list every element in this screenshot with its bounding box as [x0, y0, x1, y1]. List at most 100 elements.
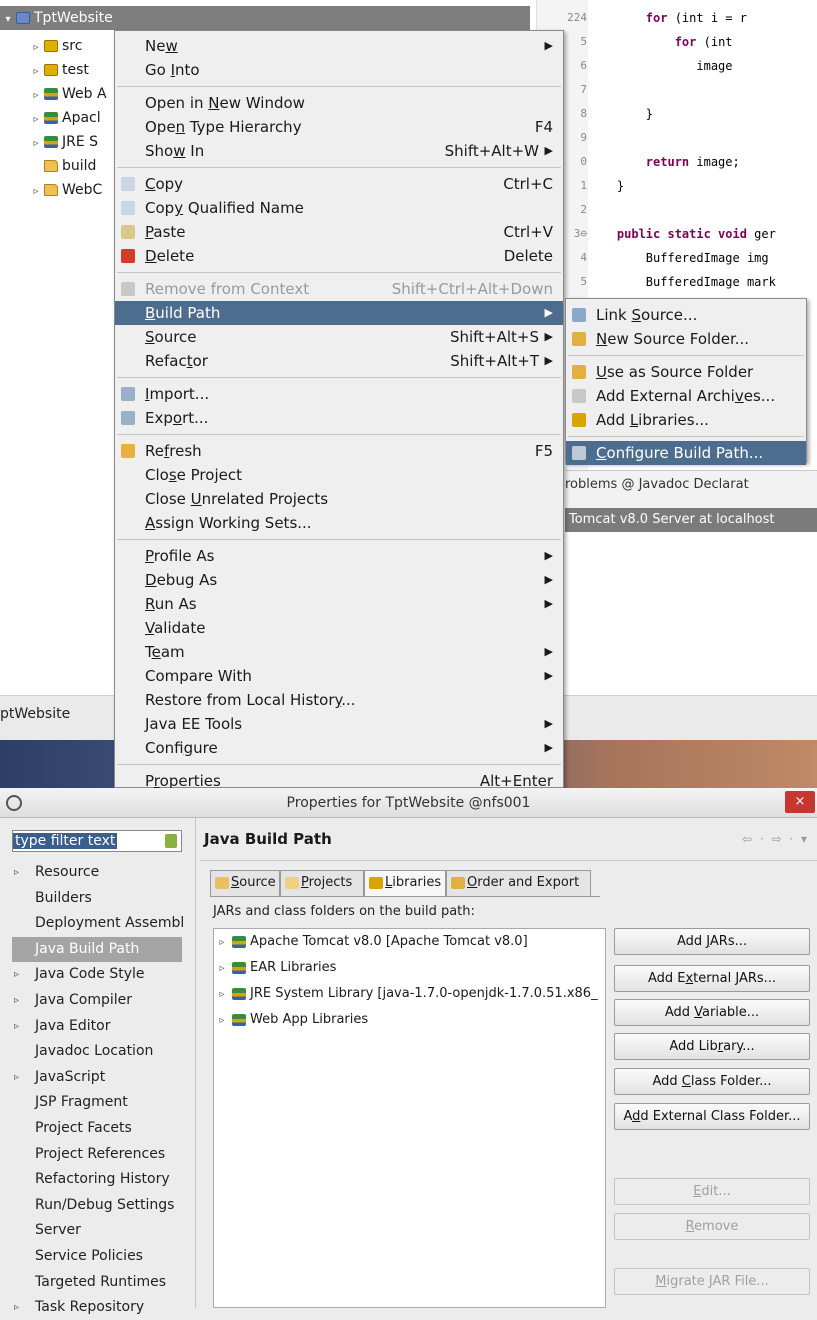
- menu-item-copy-qualified-name[interactable]: Copy Qualified Name: [115, 196, 563, 220]
- expand-toggle-icon[interactable]: ▹: [30, 60, 42, 84]
- submenu-item-use-as-source-folder[interactable]: Use as Source Folder: [566, 360, 806, 384]
- category-jsp-fragment[interactable]: JSP Fragment: [0, 1090, 200, 1115]
- add-library-button[interactable]: Add Library...: [614, 1033, 810, 1060]
- menu-item-new[interactable]: New ▶: [115, 34, 563, 58]
- tree-item[interactable]: ▹ Web A: [0, 82, 106, 108]
- tab-libraries[interactable]: Libraries: [364, 870, 446, 897]
- menu-item-open-type-hierarchy[interactable]: Open Type Hierarchy F4: [115, 115, 563, 139]
- menu-item-profile-as[interactable]: Profile As ▶: [115, 544, 563, 568]
- menu-item-refactor[interactable]: Refactor Shift+Alt+T ▶: [115, 349, 563, 373]
- menu-item-assign-working-sets[interactable]: Assign Working Sets...: [115, 511, 563, 535]
- category-builders[interactable]: Builders: [0, 886, 200, 911]
- clear-filter-icon[interactable]: [165, 834, 177, 848]
- close-icon[interactable]: ×: [785, 791, 815, 813]
- tree-item[interactable]: ▹ WebC: [0, 178, 102, 202]
- tree-item[interactable]: build: [0, 154, 96, 178]
- expand-toggle-icon[interactable]: ▹: [214, 1010, 230, 1032]
- category-refactoring-history[interactable]: Refactoring History: [0, 1167, 200, 1192]
- menu-shortcut: Shift+Alt+W: [444, 142, 539, 160]
- expand-toggle-icon[interactable]: ▹: [30, 84, 42, 108]
- expand-toggle-icon[interactable]: ▹: [14, 1065, 19, 1090]
- menu-item-paste[interactable]: Paste Ctrl+V: [115, 220, 563, 244]
- menu-item-export[interactable]: Export...: [115, 406, 563, 430]
- category-java-build-path[interactable]: Java Build Path: [12, 936, 182, 962]
- expand-toggle-icon[interactable]: ▹: [214, 984, 230, 1006]
- filter-input[interactable]: type filter text: [12, 830, 182, 852]
- page-navigation-arrows[interactable]: ⇦ · ⇨ · ▾: [742, 832, 809, 846]
- expand-toggle-icon[interactable]: ▹: [14, 860, 19, 885]
- tab-order-and-export[interactable]: Order and Export: [446, 870, 591, 896]
- category-server[interactable]: Server: [0, 1218, 200, 1243]
- expand-toggle-icon[interactable]: ▹: [14, 1014, 19, 1039]
- category-run-debug-settings[interactable]: Run/Debug Settings: [0, 1193, 200, 1218]
- category-javascript[interactable]: ▹ JavaScript: [0, 1065, 200, 1090]
- submenu-item-add-libraries[interactable]: Add Libraries...: [566, 408, 806, 432]
- category-targeted-runtimes[interactable]: Targeted Runtimes: [0, 1270, 200, 1295]
- category-java-compiler[interactable]: ▹ Java Compiler: [0, 988, 200, 1013]
- submenu-item-link-source[interactable]: Link Source...: [566, 303, 806, 327]
- menu-item-properties[interactable]: Properties Alt+Enter: [115, 769, 563, 788]
- add-class-folder-button[interactable]: Add Class Folder...: [614, 1068, 810, 1095]
- tree-item[interactable]: ▹ JRE S: [0, 130, 98, 154]
- library-entry[interactable]: ▹ JRE System Library [java-1.7.0-openjdk-…: [214, 983, 597, 1006]
- menu-item-team[interactable]: Team ▶: [115, 640, 563, 664]
- add-external-class-folder-button[interactable]: Add External Class Folder...: [614, 1103, 810, 1130]
- menu-item-build-path[interactable]: Build Path ▶: [115, 301, 563, 325]
- menu-item-close-project[interactable]: Close Project: [115, 463, 563, 487]
- expand-toggle-icon[interactable]: ▹: [30, 108, 42, 132]
- menu-item-go-into[interactable]: Go Into: [115, 58, 563, 82]
- menu-item-source[interactable]: Source Shift+Alt+S ▶: [115, 325, 563, 349]
- expand-toggle-icon[interactable]: ▹: [30, 132, 42, 156]
- category-resource[interactable]: ▹ Resource: [0, 860, 200, 885]
- category-service-policies[interactable]: Service Policies: [0, 1244, 200, 1269]
- menu-item-open-in-new-window[interactable]: Open in New Window: [115, 91, 563, 115]
- menu-item-java-ee-tools[interactable]: Java EE Tools ▶: [115, 712, 563, 736]
- views-tabs-label[interactable]: roblems @ Javadoc Declarat: [565, 477, 749, 492]
- submenu-item-add-external-archives[interactable]: Add External Archives...: [566, 384, 806, 408]
- category-java-editor[interactable]: ▹ Java Editor: [0, 1014, 200, 1039]
- category-project-references[interactable]: Project References: [0, 1142, 200, 1167]
- expand-toggle-icon[interactable]: ▹: [214, 958, 230, 980]
- pane-splitter[interactable]: [195, 818, 199, 1308]
- menu-item-validate[interactable]: Validate: [115, 616, 563, 640]
- menu-item-configure[interactable]: Configure ▶: [115, 736, 563, 760]
- menu-item-refresh[interactable]: Refresh F5: [115, 439, 563, 463]
- category-project-facets[interactable]: Project Facets: [0, 1116, 200, 1141]
- server-row[interactable]: Tomcat v8.0 Server at localhost: [565, 508, 817, 532]
- menu-item-compare-with[interactable]: Compare With ▶: [115, 664, 563, 688]
- expand-toggle-icon[interactable]: ▹: [30, 36, 42, 60]
- add-jars-button[interactable]: Add JARs...: [614, 928, 810, 955]
- category-javadoc-location[interactable]: Javadoc Location: [0, 1039, 200, 1064]
- submenu-item-new-source-folder[interactable]: New Source Folder...: [566, 327, 806, 351]
- expand-toggle-icon[interactable]: ▹: [214, 932, 230, 954]
- library-list[interactable]: ▹ Apache Tomcat v8.0 [Apache Tomcat v8.0]…: [213, 928, 606, 1308]
- dialog-left-pane: type filter text ▹ Resource Builders Deploy…: [0, 818, 200, 1315]
- menu-item-copy[interactable]: Copy Ctrl+C: [115, 172, 563, 196]
- tree-item[interactable]: ▹ src: [0, 34, 82, 58]
- menu-item-delete[interactable]: Delete Delete: [115, 244, 563, 268]
- expand-toggle-icon[interactable]: ▹: [14, 962, 19, 987]
- expand-toggle-icon[interactable]: ▹: [14, 988, 19, 1013]
- menu-item-close-unrelated-projects[interactable]: Close Unrelated Projects: [115, 487, 563, 511]
- window-menu-icon[interactable]: [6, 795, 22, 811]
- category-java-code-style[interactable]: ▹ Java Code Style: [0, 962, 200, 987]
- tree-item[interactable]: ▾ TptWebsite: [0, 6, 530, 30]
- tab-projects[interactable]: Projects: [280, 870, 364, 896]
- library-entry[interactable]: ▹ Web App Libraries: [214, 1009, 368, 1031]
- category-deployment-assembl[interactable]: Deployment Assembl: [0, 911, 200, 936]
- tab-source[interactable]: Source: [210, 870, 280, 896]
- menu-item-show-in[interactable]: Show In Shift+Alt+W ▶: [115, 139, 563, 163]
- expand-toggle-icon[interactable]: ▾: [2, 8, 14, 32]
- menu-item-restore-from-local-history[interactable]: Restore from Local History...: [115, 688, 563, 712]
- submenu-item-configure-build-path[interactable]: Configure Build Path...: [566, 441, 806, 465]
- menu-item-import[interactable]: Import...: [115, 382, 563, 406]
- library-entry[interactable]: ▹ EAR Libraries: [214, 957, 336, 979]
- menu-item-run-as[interactable]: Run As ▶: [115, 592, 563, 616]
- expand-toggle-icon[interactable]: ▹: [30, 180, 42, 204]
- menu-item-debug-as[interactable]: Debug As ▶: [115, 568, 563, 592]
- add-external-jars-button[interactable]: Add External JARs...: [614, 965, 810, 992]
- add-variable-button[interactable]: Add Variable...: [614, 999, 810, 1026]
- tree-item[interactable]: ▹ test: [0, 58, 88, 84]
- library-entry[interactable]: ▹ Apache Tomcat v8.0 [Apache Tomcat v8.0]: [214, 931, 527, 954]
- tree-item[interactable]: ▹ Apacl: [0, 106, 100, 132]
